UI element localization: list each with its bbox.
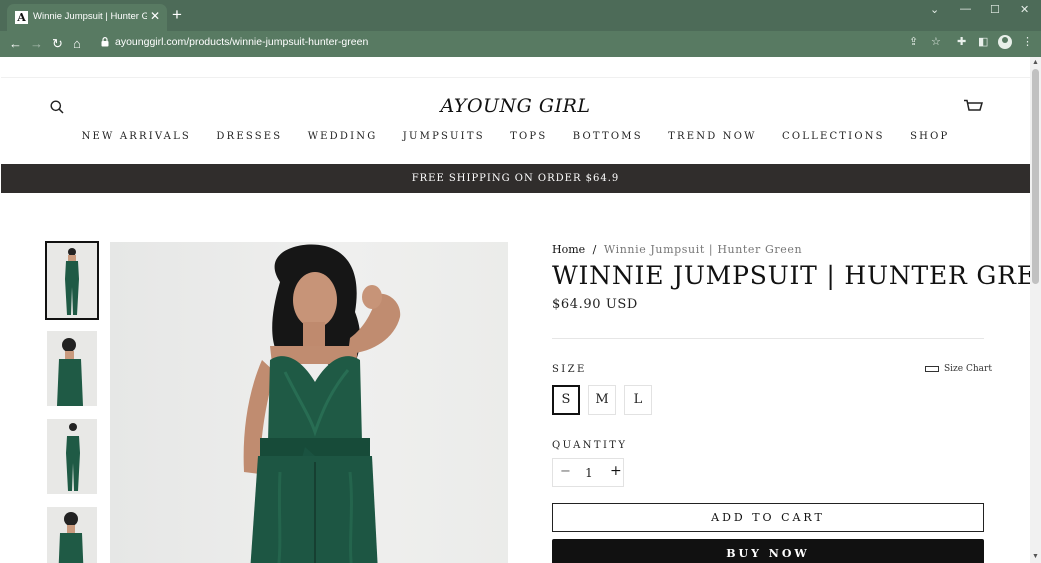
- breadcrumb: Home / Winnie Jumpsuit | Hunter Green: [552, 243, 802, 256]
- side-panel-icon[interactable]: ◧: [978, 36, 988, 48]
- info-divider: [552, 338, 984, 339]
- page-scrollbar[interactable]: ▲ ▼: [1030, 57, 1041, 563]
- buy-now-button[interactable]: BUY NOW: [552, 539, 984, 563]
- scrollbar-thumb[interactable]: [1032, 69, 1039, 284]
- scroll-down-icon[interactable]: ▼: [1031, 552, 1040, 561]
- tab-search-icon[interactable]: ⌄: [930, 3, 939, 16]
- nav-shop[interactable]: SHOP: [910, 131, 949, 142]
- browser-tab[interactable]: A Winnie Jumpsuit | Hunter Green ✕: [7, 4, 167, 31]
- nav-bottoms[interactable]: BOTTOMS: [573, 131, 643, 142]
- product-main-image[interactable]: [110, 242, 508, 563]
- product-thumbnail-1[interactable]: [45, 241, 99, 320]
- breadcrumb-current: Winnie Jumpsuit | Hunter Green: [603, 243, 803, 256]
- size-option-s[interactable]: S: [552, 385, 580, 415]
- reload-icon[interactable]: ↻: [52, 36, 63, 51]
- header-divider: [1, 77, 1030, 78]
- scroll-up-icon[interactable]: ▲: [1031, 58, 1040, 67]
- thumbnail-photo: [65, 248, 79, 315]
- profile-avatar-icon[interactable]: [998, 35, 1012, 49]
- site-logo[interactable]: AYOUNG GIRL: [1, 95, 1030, 117]
- thumbnail-photo: [57, 338, 83, 406]
- size-chart-label: Size Chart: [944, 364, 992, 374]
- tab-title: Winnie Jumpsuit | Hunter Green: [33, 11, 147, 22]
- nav-new-arrivals[interactable]: NEW ARRIVALS: [82, 131, 191, 142]
- size-option-l[interactable]: L: [624, 385, 652, 415]
- bookmark-star-icon[interactable]: ☆: [931, 36, 941, 48]
- thumbnail-photo: [58, 512, 84, 563]
- site-favicon-icon: A: [15, 11, 28, 24]
- nav-tops[interactable]: TOPS: [510, 131, 547, 142]
- tab-close-icon[interactable]: ✕: [150, 9, 160, 23]
- quantity-stepper: − 1 +: [552, 458, 624, 487]
- product-thumbnail-4[interactable]: [47, 507, 97, 563]
- add-to-cart-button[interactable]: ADD TO CART: [552, 503, 984, 532]
- new-tab-icon[interactable]: +: [172, 6, 182, 24]
- home-icon[interactable]: ⌂: [73, 36, 81, 51]
- extensions-icon[interactable]: ✚: [957, 36, 966, 48]
- lock-icon[interactable]: [101, 37, 109, 47]
- maximize-icon[interactable]: ☐: [990, 3, 1000, 16]
- browser-tab-strip: A Winnie Jumpsuit | Hunter Green ✕ + ⌄ —…: [0, 0, 1041, 31]
- address-bar[interactable]: ayounggirl.com/products/winnie-jumpsuit-…: [115, 36, 368, 48]
- product-title: WINNIE JUMPSUIT | HUNTER GREEN: [552, 261, 1030, 290]
- product-price: $64.90 USD: [552, 297, 638, 312]
- main-nav: NEW ARRIVALS DRESSES WEDDING JUMPSUITS T…: [1, 131, 1030, 142]
- size-option-m[interactable]: M: [588, 385, 616, 415]
- nav-wedding[interactable]: WEDDING: [308, 131, 378, 142]
- window-close-icon[interactable]: ✕: [1020, 3, 1029, 16]
- product-thumbnail-3[interactable]: [47, 419, 97, 494]
- nav-collections[interactable]: COLLECTIONS: [782, 131, 885, 142]
- quantity-increase-button[interactable]: +: [610, 463, 622, 479]
- size-chart-link[interactable]: Size Chart: [925, 364, 992, 374]
- breadcrumb-separator: /: [592, 243, 597, 256]
- browser-menu-icon[interactable]: ⋮: [1022, 36, 1033, 48]
- cart-icon[interactable]: [963, 99, 983, 114]
- back-icon[interactable]: ←: [9, 36, 22, 51]
- ruler-icon: [925, 366, 939, 372]
- product-thumbnail-2[interactable]: [47, 331, 97, 406]
- share-icon[interactable]: ⇪: [909, 36, 918, 48]
- thumbnail-photo: [66, 423, 80, 491]
- nav-jumpsuits[interactable]: JUMPSUITS: [403, 131, 485, 142]
- size-label: SIZE: [552, 364, 587, 375]
- page-content: AYOUNG GIRL NEW ARRIVALS DRESSES WEDDING…: [1, 57, 1030, 563]
- breadcrumb-home[interactable]: Home: [552, 243, 585, 256]
- product-photo: [243, 244, 401, 563]
- announcement-bar: FREE SHIPPING ON ORDER $64.9: [1, 164, 1030, 193]
- nav-trend-now[interactable]: TREND NOW: [668, 131, 756, 142]
- minimize-icon[interactable]: —: [960, 3, 971, 15]
- nav-dresses[interactable]: DRESSES: [216, 131, 282, 142]
- quantity-label: QUANTITY: [552, 440, 628, 451]
- forward-icon[interactable]: →: [30, 36, 43, 51]
